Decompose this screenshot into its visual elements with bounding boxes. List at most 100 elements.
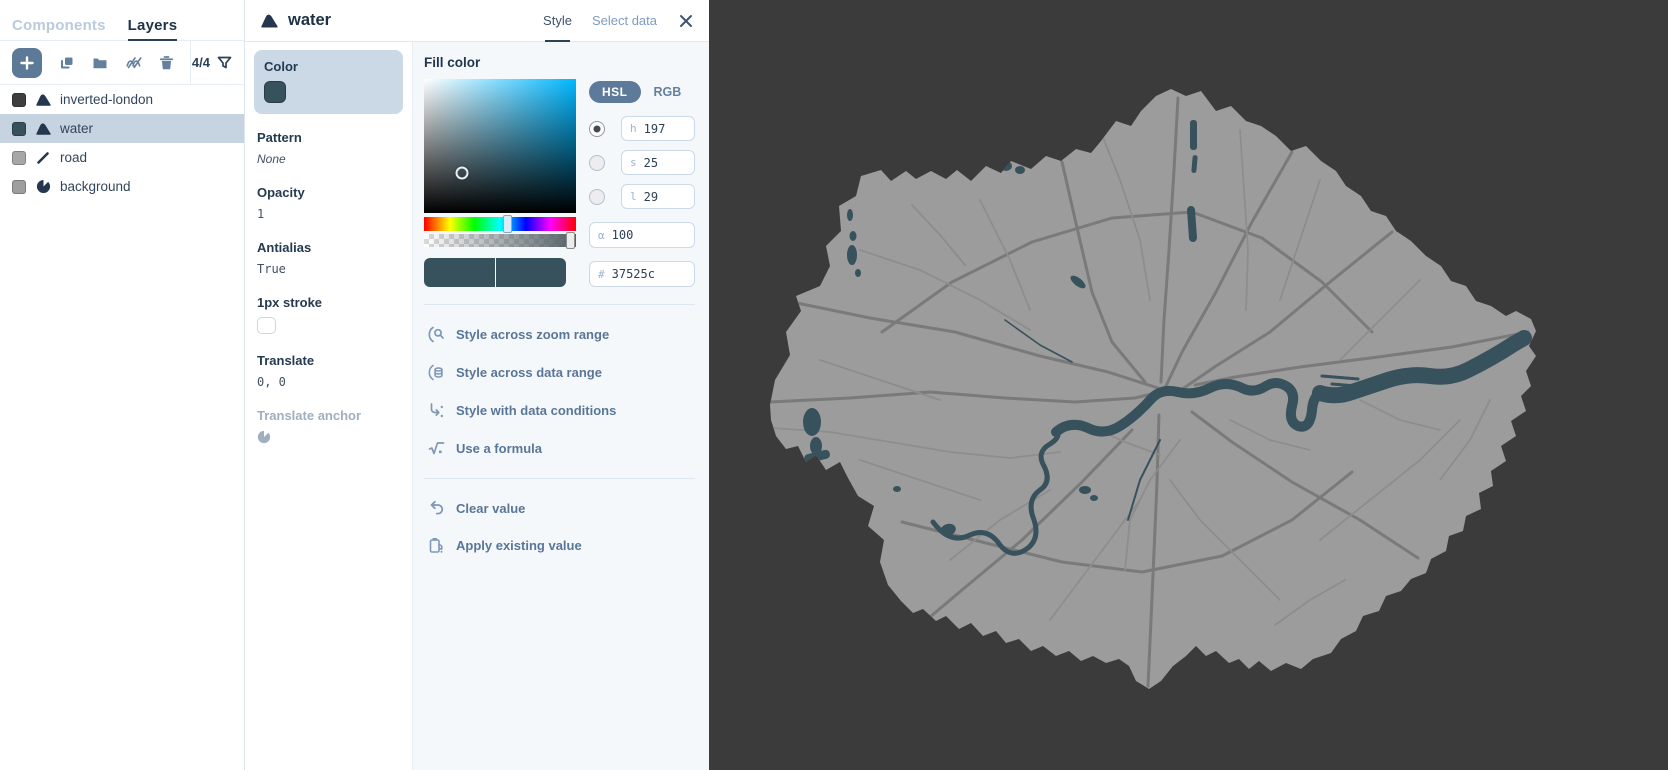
layer-filter: 4/4 — [192, 55, 232, 70]
duplicate-layer-button[interactable] — [59, 55, 75, 71]
layer-swatch[interactable] — [12, 180, 26, 194]
property-opacity[interactable]: Opacity 1 — [257, 185, 400, 221]
panel-header: water Style Select data — [245, 0, 709, 42]
current-color-swatch[interactable] — [496, 258, 567, 287]
action-label: Style across zoom range — [456, 327, 609, 342]
lightness-input[interactable]: l 29 — [621, 184, 695, 209]
lightness-prefix: l — [630, 190, 637, 203]
property-label: Opacity — [257, 185, 400, 200]
add-layer-button[interactable] — [12, 48, 42, 78]
clear-value-link[interactable]: Clear value — [428, 500, 691, 516]
alpha-slider-handle[interactable] — [566, 232, 575, 249]
layer-row-background[interactable]: background — [0, 172, 244, 201]
tab-layers[interactable]: Layers — [128, 10, 178, 40]
fill-color-editor: Fill color — [413, 42, 709, 770]
folder-icon — [92, 55, 108, 71]
property-antialias[interactable]: Antialias True — [257, 240, 400, 276]
saturation-prefix: s — [630, 156, 637, 169]
property-color[interactable]: Color — [254, 50, 403, 114]
property-value: 1 — [257, 207, 400, 221]
hex-value: 37525c — [612, 267, 655, 281]
zoom-range-icon — [428, 326, 445, 343]
funnel-icon — [217, 55, 232, 70]
panel-title: water — [288, 11, 331, 30]
layers-sidebar: Components Layers — [0, 0, 245, 770]
layer-row-inverted-london[interactable]: inverted-london — [0, 85, 244, 114]
picker-cursor[interactable] — [456, 166, 469, 179]
close-panel-button[interactable] — [679, 14, 693, 28]
property-translate-anchor[interactable]: Translate anchor — [257, 408, 400, 449]
layer-name: inverted-london — [60, 92, 153, 107]
layer-name: background — [60, 179, 131, 194]
style-across-data-range-link[interactable]: Style across data range — [428, 364, 691, 381]
layer-row-water[interactable]: water — [0, 114, 244, 143]
toggle-visibility-button[interactable] — [125, 55, 142, 71]
fill-layer-icon — [35, 122, 51, 135]
layer-editor-panel: water Style Select data Color Pattern No… — [245, 0, 709, 770]
use-formula-link[interactable]: Use a formula — [428, 440, 691, 457]
action-label: Clear value — [456, 501, 525, 516]
rgb-mode-button[interactable]: RGB — [654, 85, 682, 99]
editor-heading: Fill color — [424, 55, 695, 70]
layer-swatch[interactable] — [12, 93, 26, 107]
action-label: Style across data range — [456, 365, 602, 380]
layer-swatch[interactable] — [12, 151, 26, 165]
apply-existing-value-link[interactable]: Apply existing value — [428, 537, 691, 554]
layer-name: water — [60, 121, 93, 136]
fill-layer-icon — [261, 13, 278, 28]
group-layers-button[interactable] — [92, 55, 108, 71]
divider — [424, 478, 695, 479]
data-range-icon — [428, 364, 445, 381]
saturation-input[interactable]: s 25 — [621, 150, 695, 175]
property-translate[interactable]: Translate 0, 0 — [257, 353, 400, 389]
saturation-value: 25 — [644, 156, 658, 170]
hue-slider-handle[interactable] — [503, 215, 512, 233]
tab-select-data[interactable]: Select data — [592, 0, 657, 41]
app-window: Components Layers — [0, 0, 1668, 770]
action-label: Apply existing value — [456, 538, 582, 553]
data-conditions-icon — [428, 402, 445, 419]
property-value: 0, 0 — [257, 375, 400, 389]
fill-layer-icon — [35, 93, 51, 106]
alpha-input[interactable]: α 100 — [589, 222, 695, 248]
property-pattern[interactable]: Pattern None — [257, 130, 400, 166]
previous-color-swatch[interactable] — [424, 258, 495, 287]
clipboard-arrow-icon — [428, 537, 445, 554]
delete-layer-button[interactable] — [159, 55, 174, 71]
filter-layers-button[interactable] — [217, 55, 232, 70]
line-layer-icon — [35, 151, 51, 165]
tab-style[interactable]: Style — [543, 0, 572, 41]
hsl-mode-button[interactable]: HSL — [589, 81, 641, 103]
hue-value: 197 — [644, 122, 666, 136]
property-label: Color — [264, 59, 393, 74]
hex-input[interactable]: # 37525c — [589, 261, 695, 287]
action-label: Use a formula — [456, 441, 542, 456]
alpha-slider[interactable] — [424, 234, 576, 247]
property-1px-stroke[interactable]: 1px stroke — [257, 295, 400, 334]
style-with-data-conditions-link[interactable]: Style with data conditions — [428, 402, 691, 419]
divider — [424, 304, 695, 305]
stroke-checkbox[interactable] — [257, 317, 276, 334]
hue-radio[interactable] — [589, 121, 605, 137]
close-icon — [679, 14, 693, 28]
layer-name: road — [60, 150, 87, 165]
action-label: Style with data conditions — [456, 403, 616, 418]
hue-slider[interactable] — [424, 217, 576, 231]
map-canvas[interactable] — [709, 0, 1668, 770]
color-preview — [424, 258, 566, 287]
saturation-radio[interactable] — [589, 155, 605, 171]
style-across-zoom-range-link[interactable]: Style across zoom range — [428, 326, 691, 343]
layer-row-road[interactable]: road — [0, 143, 244, 172]
hue-input[interactable]: h 197 — [621, 116, 695, 141]
color-property-swatch[interactable] — [264, 81, 286, 103]
layer-list: inverted-london water road — [0, 85, 244, 201]
lightness-channel-row: l 29 — [589, 184, 695, 209]
alpha-gradient — [424, 234, 576, 247]
layer-swatch[interactable] — [12, 122, 26, 136]
saturation-lightness-picker[interactable] — [424, 79, 576, 213]
lightness-radio[interactable] — [589, 189, 605, 205]
sidebar-tabs: Components Layers — [0, 0, 244, 41]
panel-tabs: Style Select data — [543, 0, 693, 41]
duplicate-icon — [59, 55, 75, 71]
tab-components[interactable]: Components — [12, 10, 106, 40]
